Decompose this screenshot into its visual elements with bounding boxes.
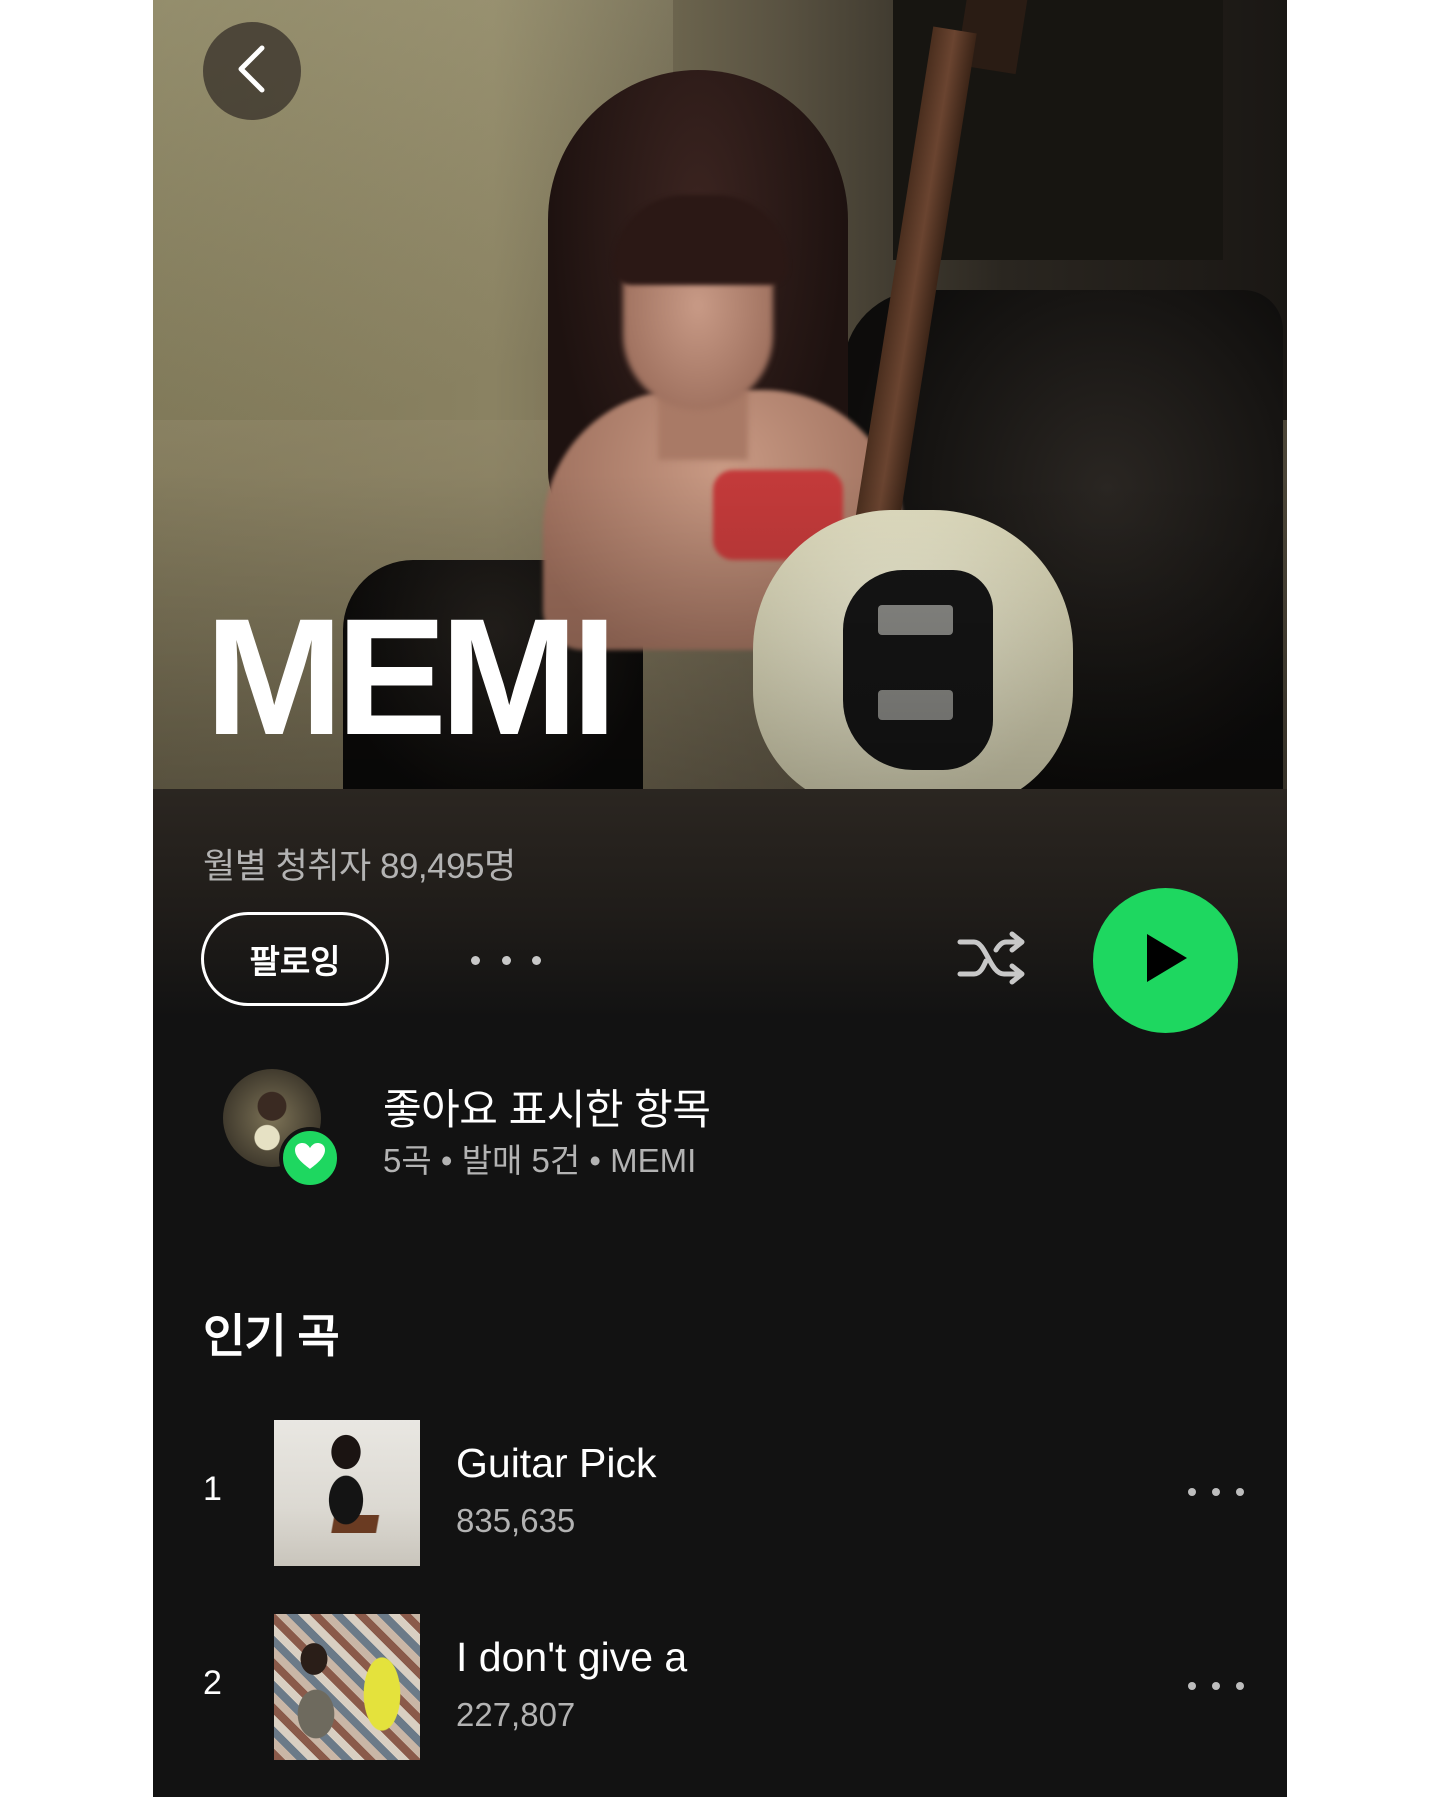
artist-page: MEMI 월별 청취자 89,495명 팔로잉 좋아요 표시한 항목 5곡 • … xyxy=(153,0,1287,1797)
track-more-button[interactable] xyxy=(1188,1666,1244,1706)
liked-songs-row[interactable]: 좋아요 표시한 항목 5곡 • 발매 5건 • MEMI xyxy=(223,1062,1223,1189)
back-button[interactable] xyxy=(203,22,301,120)
artist-name: MEMI xyxy=(205,585,617,770)
track-row[interactable]: 2 I don't give a 227,807 xyxy=(153,1614,1287,1760)
track-play-count: 835,635 xyxy=(456,1502,576,1539)
popular-section-title: 인기 곡 xyxy=(203,1310,340,1362)
more-horizontal-icon xyxy=(471,955,480,965)
shuffle-icon xyxy=(956,928,1030,993)
follow-button[interactable]: 팔로잉 xyxy=(201,912,389,1006)
play-button[interactable] xyxy=(1093,888,1238,1033)
shuffle-button[interactable] xyxy=(953,925,1033,995)
artist-more-button[interactable] xyxy=(471,938,541,982)
more-horizontal-icon xyxy=(1188,1682,1196,1690)
track-row[interactable]: 1 Guitar Pick 835,635 xyxy=(153,1420,1287,1566)
track-rank: 2 xyxy=(203,1664,222,1702)
track-title: Guitar Pick xyxy=(456,1440,657,1486)
track-cover xyxy=(274,1420,420,1566)
artist-hero-image: MEMI xyxy=(153,0,1287,789)
more-horizontal-icon xyxy=(1188,1488,1196,1496)
track-title: I don't give a xyxy=(456,1634,688,1680)
track-cover xyxy=(274,1614,420,1760)
heart-icon xyxy=(293,1141,327,1176)
track-rank: 1 xyxy=(203,1470,222,1508)
liked-badge xyxy=(279,1127,341,1189)
liked-songs-title: 좋아요 표시한 항목 xyxy=(383,1086,711,1133)
liked-songs-subtitle: 5곡 • 발매 5건 • MEMI xyxy=(383,1142,697,1179)
track-play-count: 227,807 xyxy=(456,1696,576,1733)
chevron-left-icon xyxy=(232,43,272,100)
play-icon xyxy=(1141,930,1191,991)
track-more-button[interactable] xyxy=(1188,1472,1244,1512)
monthly-listeners: 월별 청취자 89,495명 xyxy=(203,847,516,886)
